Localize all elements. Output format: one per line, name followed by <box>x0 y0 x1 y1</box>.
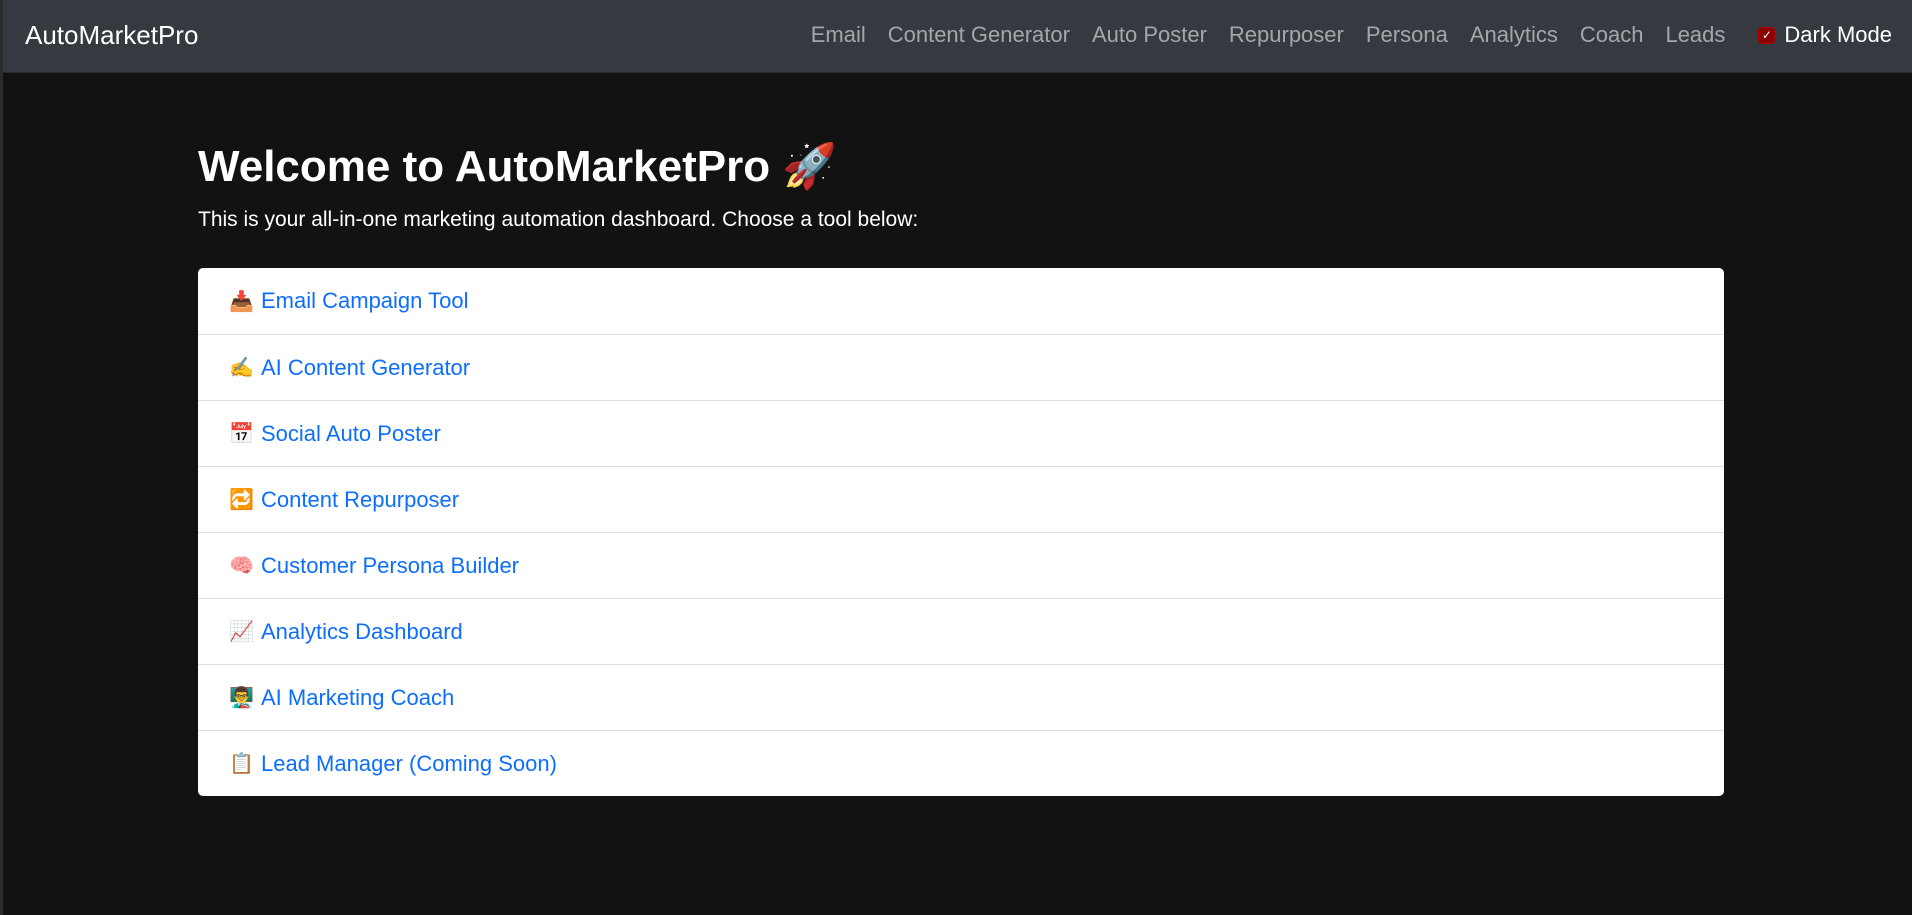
nav-link-persona[interactable]: Persona <box>1366 22 1448 48</box>
tool-item-lead-manager[interactable]: 📋 Lead Manager (Coming Soon) <box>198 730 1724 796</box>
rocket-icon: 🚀 <box>782 142 838 191</box>
page-title-text: Welcome to AutoMarketPro <box>198 142 771 191</box>
dark-mode-checkbox[interactable]: ✓ <box>1759 27 1775 43</box>
nav-link-content-generator[interactable]: Content Generator <box>888 22 1070 48</box>
clipboard-icon: 📋 <box>229 753 254 775</box>
tool-item-social-auto-poster[interactable]: 📅 Social Auto Poster <box>198 400 1724 466</box>
nav-link-repurposer[interactable]: Repurposer <box>1229 22 1344 48</box>
top-navbar: AutoMarketPro Email Content Generator Au… <box>3 0 1912 72</box>
inbox-tray-icon: 📥 <box>229 290 254 313</box>
brain-icon: 🧠 <box>229 555 254 577</box>
nav-link-analytics[interactable]: Analytics <box>1470 22 1558 48</box>
dark-mode-label[interactable]: Dark Mode <box>1784 22 1892 48</box>
brand-link[interactable]: AutoMarketPro <box>25 0 198 70</box>
writing-hand-icon: ✍️ <box>229 357 254 379</box>
nav-links: Email Content Generator Auto Poster Repu… <box>789 0 1892 70</box>
teacher-icon: 👨‍🏫 <box>229 687 254 709</box>
tool-list: 📥 Email Campaign Tool ✍️ AI Content Gene… <box>198 268 1724 796</box>
dark-mode-toggle[interactable]: ✓ Dark Mode <box>1759 22 1892 48</box>
tool-item-content-repurposer[interactable]: 🔁 Content Repurposer <box>198 466 1724 532</box>
nav-link-email[interactable]: Email <box>811 22 866 48</box>
tool-item-ai-marketing-coach[interactable]: 👨‍🏫 AI Marketing Coach <box>198 664 1724 730</box>
tool-link-email-campaign[interactable]: Email Campaign Tool <box>261 288 468 314</box>
tool-item-ai-content-generator[interactable]: ✍️ AI Content Generator <box>198 334 1724 400</box>
page-title: Welcome to AutoMarketPro 🚀 <box>198 135 1724 199</box>
tool-link-content-repurposer[interactable]: Content Repurposer <box>261 487 459 513</box>
chart-increasing-icon: 📈 <box>229 621 254 643</box>
tool-link-ai-marketing-coach[interactable]: AI Marketing Coach <box>261 685 454 711</box>
nav-link-auto-poster[interactable]: Auto Poster <box>1092 22 1207 48</box>
tool-item-email-campaign[interactable]: 📥 Email Campaign Tool <box>198 268 1724 334</box>
tool-link-lead-manager[interactable]: Lead Manager (Coming Soon) <box>261 751 557 777</box>
tool-link-social-auto-poster[interactable]: Social Auto Poster <box>261 421 441 447</box>
app-window: AutoMarketPro Email Content Generator Au… <box>0 0 1912 915</box>
tool-link-analytics-dashboard[interactable]: Analytics Dashboard <box>261 619 463 645</box>
repeat-icon: 🔁 <box>229 489 254 511</box>
tool-item-customer-persona-builder[interactable]: 🧠 Customer Persona Builder <box>198 532 1724 598</box>
nav-link-coach[interactable]: Coach <box>1580 22 1644 48</box>
page-subtitle: This is your all-in-one marketing automa… <box>198 208 919 231</box>
tool-link-customer-persona-builder[interactable]: Customer Persona Builder <box>261 553 519 579</box>
calendar-icon: 📅 <box>229 423 254 445</box>
nav-link-leads[interactable]: Leads <box>1665 22 1725 48</box>
tool-item-analytics-dashboard[interactable]: 📈 Analytics Dashboard <box>198 598 1724 664</box>
tool-link-ai-content-generator[interactable]: AI Content Generator <box>261 355 470 381</box>
main-content: Welcome to AutoMarketPro 🚀 This is your … <box>198 135 1724 796</box>
